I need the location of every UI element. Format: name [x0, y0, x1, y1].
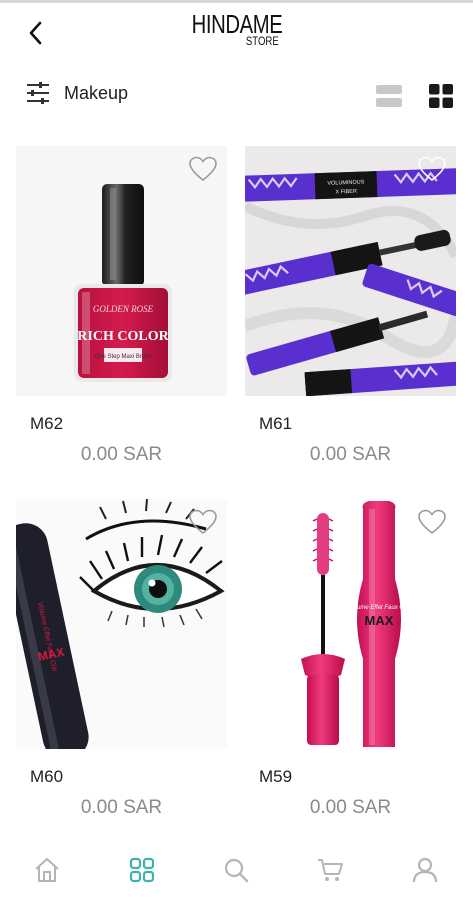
heart-icon	[189, 509, 217, 535]
eye-mascara-illustration: Volume Effet Faux Cils MAX	[16, 499, 227, 749]
heart-icon	[418, 509, 446, 535]
filter-button[interactable]: Makeup	[26, 82, 128, 104]
list-view-button[interactable]	[376, 84, 402, 113]
product-image-mascara-set[interactable]: VOLUMINOUS X FIBER	[245, 146, 456, 396]
grid-view-icon	[429, 84, 453, 108]
product-image-nail-polish[interactable]: GOLDEN ROSE RICH COLOR One Step Maxi Bru…	[16, 146, 227, 396]
tube-label-2: X FIBER	[335, 189, 357, 196]
heart-icon	[189, 156, 217, 182]
nail-title-text: RICH COLOR	[77, 329, 169, 344]
chevron-left-icon	[29, 21, 42, 45]
product-name: M59	[259, 767, 293, 786]
back-button[interactable]	[20, 17, 52, 49]
categories-icon	[129, 857, 155, 883]
favorite-button[interactable]	[418, 156, 446, 182]
store-logo: HINDAME STORE	[178, 11, 294, 47]
pink-title-text: MAX	[365, 613, 394, 628]
filter-sliders-icon	[27, 82, 49, 104]
list-view-icon	[376, 85, 402, 107]
product-price: 0.00 SAR	[309, 444, 392, 465]
pink-mascara-illustration: Volume Effet Faux Cils MAX	[301, 501, 410, 747]
product-price: 0.00 SAR	[309, 797, 392, 818]
profile-icon	[412, 857, 438, 883]
nav-categories[interactable]	[122, 852, 162, 888]
product-name: M61	[259, 414, 293, 433]
cart-icon	[318, 859, 343, 881]
favorite-button[interactable]	[418, 509, 446, 535]
favorite-button[interactable]	[189, 156, 217, 182]
product-image-pink-mascara[interactable]: Volume Effet Faux Cils MAX	[245, 499, 456, 749]
product-price: 0.00 SAR	[80, 444, 163, 465]
app-header: HINDAME STORE	[0, 3, 473, 63]
nav-profile[interactable]	[405, 852, 445, 888]
product-card[interactable]: VOLUMINOUS X FIBER M61 0.00 SAR	[245, 146, 456, 466]
product-card[interactable]: Volume Effet Faux Cils MAX M59 0.00 SAR	[245, 499, 456, 819]
product-image-eye-mascara[interactable]: Volume Effet Faux Cils MAX	[16, 499, 227, 749]
pink-brand-text: Volume Effet Faux Cils	[349, 605, 410, 611]
product-name: M60	[30, 767, 64, 786]
favorite-button[interactable]	[189, 509, 217, 535]
product-card[interactable]: GOLDEN ROSE RICH COLOR One Step Maxi Bru…	[16, 146, 227, 466]
nav-cart[interactable]	[310, 852, 350, 888]
home-icon	[35, 858, 59, 882]
nail-sub-text: One Step Maxi Brush	[94, 354, 151, 360]
nail-logo-text: GOLDEN ROSE	[93, 304, 154, 314]
grid-view-button[interactable]	[429, 84, 453, 113]
product-name: M62	[30, 414, 64, 433]
product-card[interactable]: Volume Effet Faux Cils MAX M60 0.00 SAR	[16, 499, 227, 819]
category-label: Makeup	[64, 82, 129, 103]
bottom-nav	[0, 840, 473, 900]
logo-sub-text: STORE	[245, 34, 279, 48]
nav-home[interactable]	[27, 852, 67, 888]
nav-search[interactable]	[216, 852, 256, 888]
search-icon	[224, 858, 249, 883]
heart-icon	[418, 156, 446, 182]
product-price: 0.00 SAR	[80, 797, 163, 818]
mascara-set-illustration: VOLUMINOUS X FIBER	[245, 146, 456, 396]
filter-bar: Makeup	[0, 80, 473, 114]
nail-polish-illustration: GOLDEN ROSE RICH COLOR One Step Maxi Bru…	[74, 184, 172, 382]
